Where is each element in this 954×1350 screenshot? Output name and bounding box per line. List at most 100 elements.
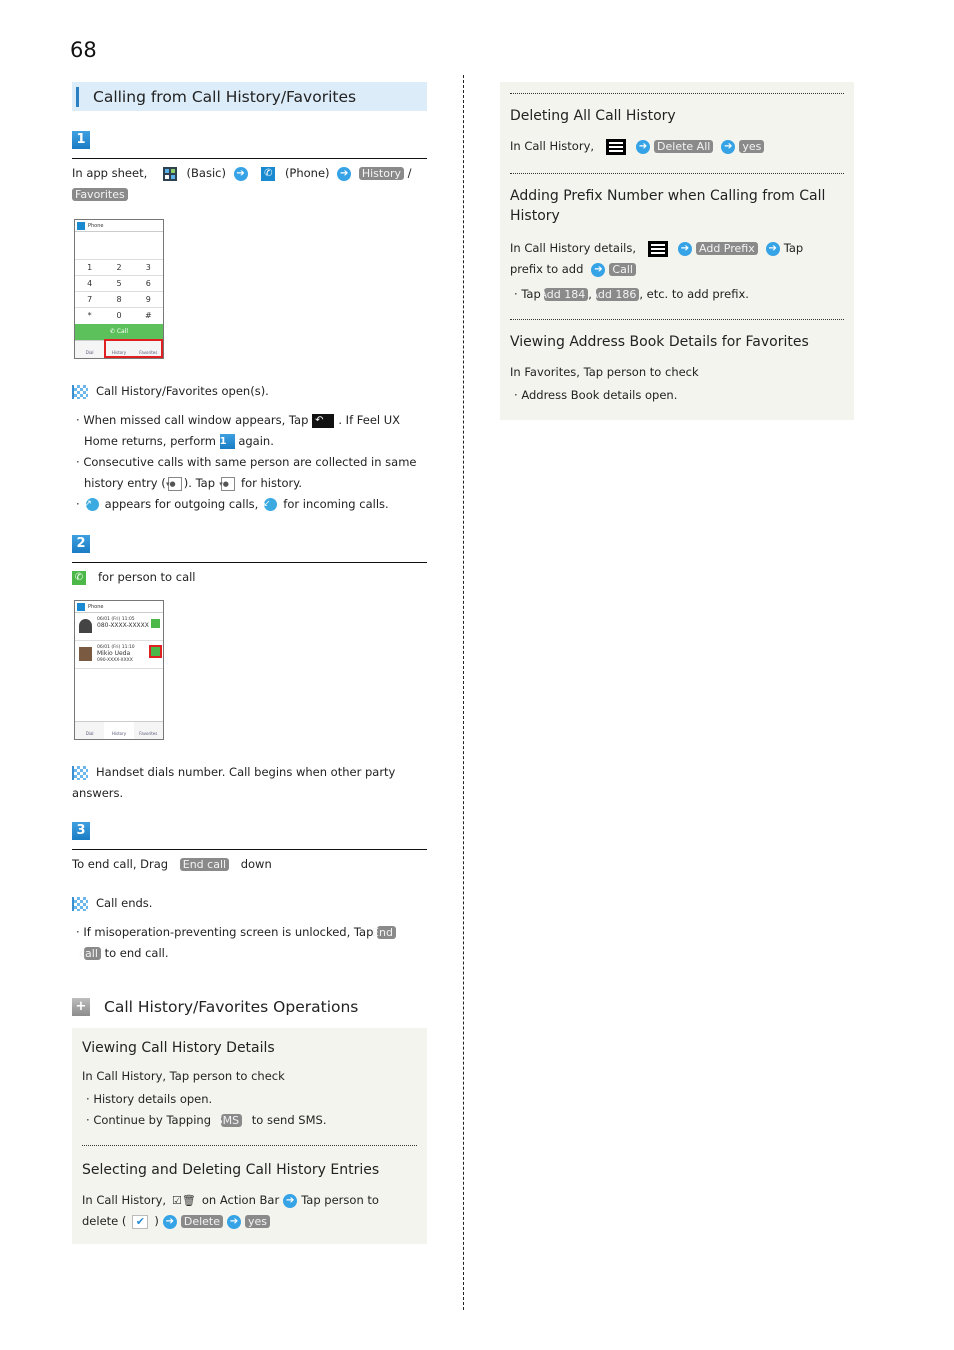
note-text: History details open. [93, 1092, 213, 1106]
viewing-details-text: In Call History, Tap person to check [82, 1069, 285, 1083]
call-bar: ✆ Call [75, 324, 163, 340]
step-badge-1-small: 1 [219, 434, 235, 449]
arrow-right-icon: ➔ [721, 139, 736, 154]
end-call-chip[interactable]: End call [179, 858, 230, 871]
menu-icon [648, 240, 668, 257]
phone-tabs: Dial History Favorites [75, 721, 163, 739]
end-call-chip[interactable]: End [372, 926, 396, 939]
checkbox-checked-icon: ✔ [132, 1214, 149, 1229]
basic-label: (Basic) [186, 166, 226, 180]
add-184-chip[interactable]: Add 184 [539, 288, 589, 301]
step-badge-1: 1 [72, 131, 90, 149]
expand-history-icon: ▾● [219, 476, 236, 491]
note-text: again. [238, 434, 274, 448]
step-1-header: 1 [72, 131, 427, 159]
sms-chip[interactable]: SMS [216, 1114, 243, 1127]
note-item: · ↗ appears for outgoing calls, ↙ for incomi… [76, 497, 389, 511]
instruction-text: prefix to add [510, 262, 584, 276]
note-text: for incoming calls. [283, 497, 389, 511]
phone-app-icon [77, 602, 85, 611]
section-title-bar [76, 86, 79, 107]
key: 9 [145, 295, 151, 304]
address-book-notes: · Address Book details open. [510, 385, 844, 406]
add-186-chip[interactable]: Add 186 [591, 288, 640, 301]
add-prefix-title: Adding Prefix Number when Calling from C… [510, 188, 826, 224]
call-chip[interactable]: Call [609, 263, 636, 276]
yes-chip[interactable]: yes [245, 1215, 271, 1228]
avatar-icon [79, 619, 92, 633]
favorites-tab-chip[interactable]: Favorites [72, 188, 128, 201]
key: # [144, 311, 152, 320]
instruction-text: In app sheet, [72, 166, 148, 180]
right-column: Deleting All Call History In Call Histor… [500, 82, 854, 420]
operations-title: + Call History/Favorites Operations [72, 998, 427, 1016]
arrow-right-icon: ➔ [678, 241, 692, 256]
instruction-text: on Action Bar [201, 1193, 280, 1207]
page-number: 68 [70, 38, 97, 62]
deleting-all-text: In Call History, ➔ Delete All ➔ yes [510, 136, 844, 157]
instruction-text: In Call History, [82, 1193, 167, 1207]
menu-icon [606, 138, 627, 155]
delete-chip[interactable]: Delete [180, 1215, 224, 1228]
operations-box: Viewing Call History Details In Call His… [72, 1028, 427, 1244]
entry-name: Mikio Ueda [97, 650, 131, 657]
key: 1 [87, 263, 93, 272]
note-item: · Tap Add 184, Add 186, etc. to add pref… [514, 287, 749, 301]
phone-app-bar: Phone [75, 220, 163, 232]
avatar-photo [79, 647, 92, 661]
step-3-notes: · If misoperation-preventing screen is u… [72, 922, 427, 964]
entry-text: 06/01 (Fri) 11:10 Mikio Ueda 090-XXXX-XXXX [97, 645, 135, 664]
note-text: for history. [241, 476, 303, 490]
highlight-box [149, 645, 162, 658]
key: 4 [87, 279, 93, 288]
history-entry: 06/01 (Fri) 11:10 Mikio Ueda 090-XXXX-XXXX [75, 641, 163, 669]
operations-title-text: Call History/Favorites Operations [104, 998, 359, 1016]
address-book-title: Viewing Address Book Details for Favorit… [510, 334, 809, 350]
instruction-text: To end call, Drag [72, 857, 169, 871]
operations-box-continued: Deleting All Call History In Call Histor… [500, 82, 854, 420]
key: 2 [116, 263, 122, 272]
delete-all-chip[interactable]: Delete All [654, 140, 714, 153]
arrow-right-icon: ➔ [233, 166, 248, 181]
add-prefix-notes: · Tap Add 184, Add 186, etc. to add pref… [510, 284, 844, 305]
checkered-flag-icon [72, 384, 88, 399]
note-item: · When missed call window appears, Tap ↶.… [76, 413, 401, 449]
column-divider [463, 75, 464, 1310]
instruction-text: In Call History, [510, 139, 595, 153]
tab-dial: Dial [85, 350, 94, 355]
select-delete-icon: ☑🗑 [172, 1194, 196, 1207]
instruction-text: ) [154, 1214, 159, 1228]
note-text: , etc. to add prefix. [639, 287, 749, 301]
dotted-divider [510, 319, 844, 320]
call-button-icon: ✆ [72, 570, 86, 585]
key: 8 [116, 295, 122, 304]
phone-app-title: Phone [88, 603, 104, 610]
step-badge-2: 2 [72, 535, 90, 553]
add-prefix-text: In Call History details, ➔ Add Prefix ➔ Tap … [510, 238, 844, 280]
plus-icon: + [72, 998, 90, 1016]
section-title: Calling from Call History/Favorites [72, 82, 427, 111]
note-item: · Address Book details open. [514, 388, 678, 402]
note-item: · History details open. [86, 1092, 213, 1106]
step-3-result: Call ends. [72, 893, 427, 914]
arrow-right-icon: ➔ [337, 166, 352, 181]
arrow-right-icon: ➔ [591, 262, 606, 277]
selecting-deleting-text: In Call History, ☑🗑 on Action Bar ➔ Tap pers… [82, 1190, 417, 1232]
note-text: When missed call window appears, Tap [83, 413, 309, 427]
yes-chip[interactable]: yes [739, 140, 765, 153]
arrow-right-icon: ➔ [227, 1214, 242, 1229]
step-2-instruction: ✆ for person to call [72, 567, 427, 588]
add-prefix-chip[interactable]: Add Prefix [696, 242, 758, 255]
viewing-details-title: Viewing Call History Details [82, 1040, 275, 1056]
step-2-header: 2 [72, 535, 427, 563]
result-text: Call History/Favorites open(s). [96, 384, 269, 398]
highlight-box [104, 339, 163, 358]
key: 3 [145, 263, 151, 272]
history-tab-chip[interactable]: History [358, 167, 404, 180]
key: 6 [145, 279, 151, 288]
end-call-chip[interactable]: call [79, 947, 101, 960]
result-text: Handset dials number. Call begins when o… [72, 765, 396, 800]
arrow-right-icon: ➔ [162, 1214, 177, 1229]
viewing-details-notes: · History details open. · Continue by Ta… [82, 1089, 417, 1131]
note-text: ). Tap [183, 476, 216, 490]
